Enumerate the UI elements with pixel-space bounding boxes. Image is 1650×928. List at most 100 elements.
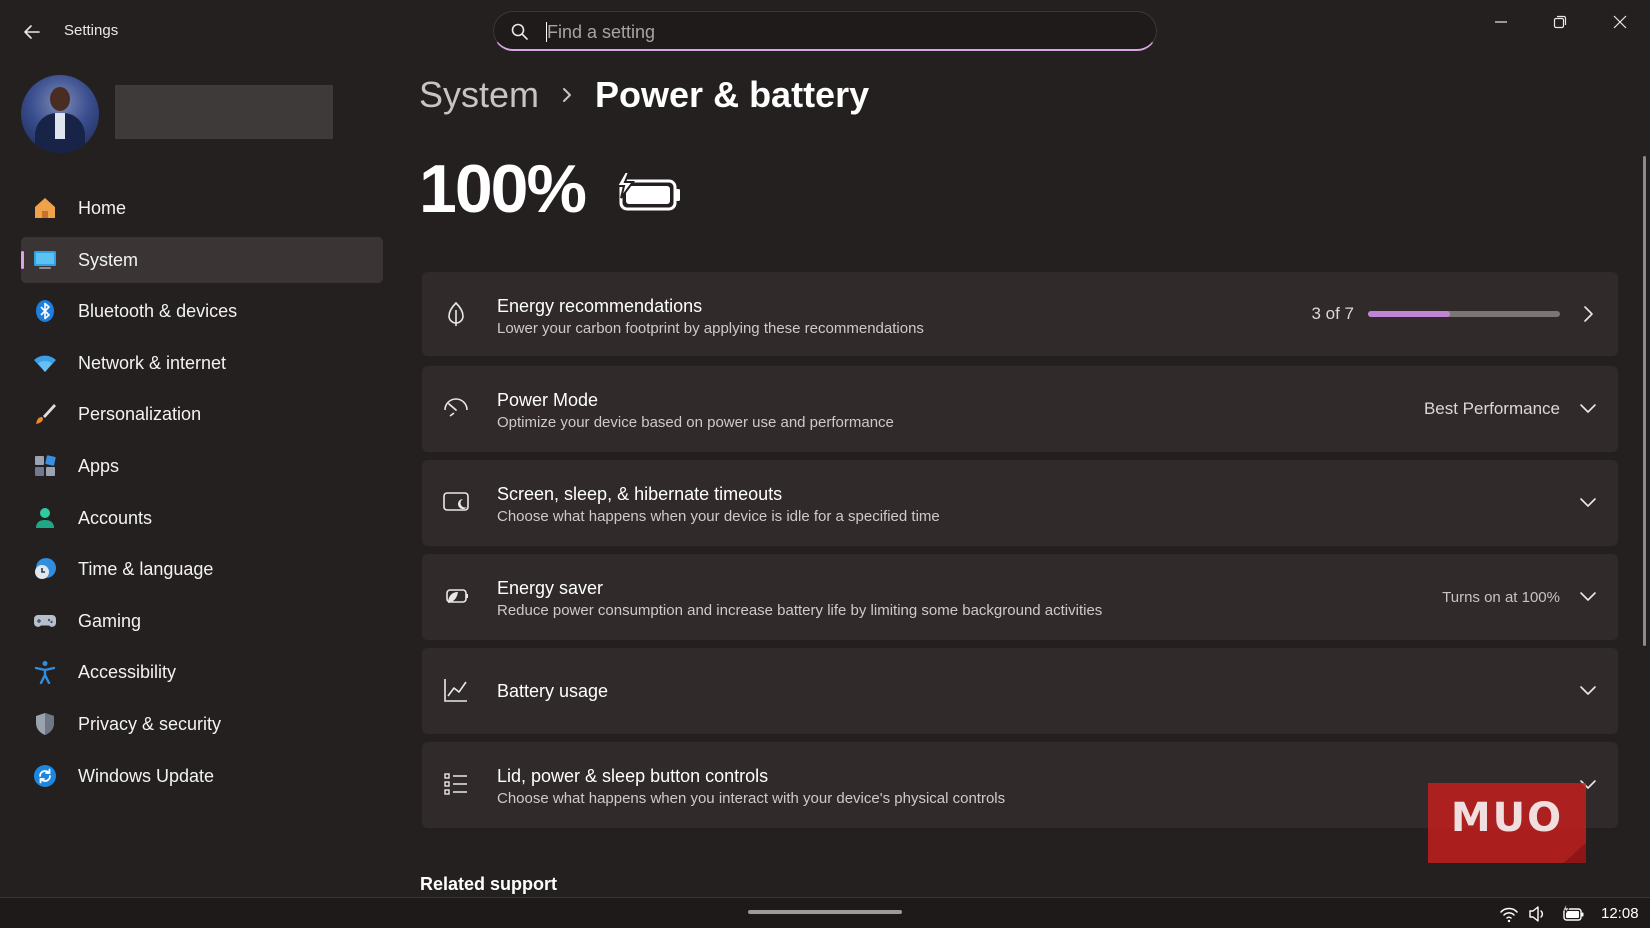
taskbar: 12:08 — [0, 897, 1650, 928]
list-icon — [444, 773, 467, 795]
leaf-icon — [448, 301, 464, 326]
accounts-icon — [36, 507, 54, 528]
related-support-heading: Related support — [420, 874, 558, 894]
sidebar-item-label: Personalization — [78, 404, 202, 425]
recommendations-progress: 3 of 7 — [1311, 304, 1560, 324]
home-icon — [35, 198, 55, 218]
power-mode-icon — [444, 398, 468, 417]
screen-sleep-icon — [443, 492, 469, 511]
accessibility-icon — [34, 661, 56, 685]
avatar — [21, 75, 99, 153]
gesture-bar[interactable] — [748, 910, 902, 914]
sidebar-item-windows-update[interactable]: Windows Update — [21, 753, 383, 799]
card-title: Energy saver — [497, 578, 604, 598]
clock[interactable]: 12:08 — [1601, 905, 1639, 922]
card-description: Reduce power consumption and increase ba… — [497, 602, 1103, 619]
card-title: Battery usage — [497, 681, 609, 701]
sidebar-item-gaming[interactable]: Gaming — [21, 598, 383, 644]
energy-recommendations-card[interactable]: Energy recommendations Lower your carbon… — [422, 272, 1618, 356]
volume-icon[interactable] — [1527, 904, 1547, 924]
sidebar-item-label: Accounts — [78, 507, 153, 528]
sidebar-item-apps[interactable]: Apps — [21, 443, 383, 489]
search-input[interactable] — [547, 18, 1127, 46]
chevron-down-icon[interactable] — [1578, 492, 1598, 512]
gamepad-icon — [34, 614, 56, 627]
sidebar-item-label: Network & internet — [78, 352, 227, 373]
battery-status: 100% — [419, 150, 683, 228]
card-title: Power Mode — [497, 390, 599, 410]
search-box[interactable] — [493, 11, 1157, 51]
app-title: Settings — [64, 22, 119, 39]
bluetooth-icon — [36, 300, 54, 323]
progress-bar-fill — [1368, 311, 1451, 317]
sidebar-item-privacy[interactable]: Privacy & security — [21, 701, 383, 747]
minimize-button[interactable] — [1481, 8, 1521, 36]
sidebar-item-network[interactable]: Network & internet — [21, 340, 383, 386]
power-mode-card[interactable]: Power Mode Optimize your device based on… — [422, 366, 1618, 452]
chevron-down-icon[interactable] — [1578, 398, 1598, 418]
chevron-right-icon — [1584, 306, 1593, 322]
card-description: Choose what happens when you interact wi… — [497, 790, 1006, 807]
card-description: Choose what happens when your device is … — [497, 508, 940, 525]
battery-usage-card[interactable]: Battery usage — [422, 648, 1618, 734]
energy-saver-card[interactable]: Energy saver Reduce power consumption an… — [422, 554, 1618, 640]
sidebar-item-label: System — [78, 249, 139, 270]
sidebar-item-time-language[interactable]: Time & language — [21, 546, 383, 592]
breadcrumb: System Power & battery — [419, 74, 869, 116]
sidebar-item-label: Time & language — [78, 559, 214, 580]
chevron-right-icon — [563, 88, 572, 102]
sidebar-item-label: Bluetooth & devices — [78, 301, 238, 322]
restore-button[interactable] — [1540, 8, 1580, 36]
restore-icon — [1553, 15, 1567, 29]
card-title: Lid, power & sleep button controls — [497, 766, 769, 786]
sidebar-item-accounts[interactable]: Accounts — [21, 495, 383, 541]
sidebar-item-accessibility[interactable]: Accessibility — [21, 649, 383, 695]
watermark-text: MUO — [1450, 795, 1564, 841]
sidebar-item-personalization[interactable]: Personalization — [21, 391, 383, 437]
sidebar-item-system[interactable]: System — [21, 236, 383, 283]
chart-icon — [444, 679, 467, 702]
sidebar-item-label: Privacy & security — [78, 713, 222, 734]
system-icon — [34, 250, 56, 269]
wifi-icon[interactable] — [1499, 904, 1519, 924]
time-language-icon — [35, 558, 56, 580]
battery-charging-icon — [615, 171, 680, 211]
back-button[interactable] — [18, 18, 46, 46]
card-description: Optimize your device based on power use … — [497, 414, 894, 431]
close-button[interactable] — [1600, 8, 1640, 36]
card-description: Lower your carbon footprint by applying … — [497, 320, 924, 337]
shield-icon — [36, 712, 54, 735]
brush-icon — [36, 404, 56, 425]
muo-watermark: MUO — [1428, 783, 1586, 863]
search-icon — [511, 23, 528, 40]
close-icon — [1613, 15, 1627, 29]
card-title: Screen, sleep, & hibernate timeouts — [497, 484, 783, 504]
card-title: Energy recommendations — [497, 296, 703, 316]
apps-icon — [35, 455, 56, 476]
redacted-username — [115, 85, 333, 139]
sidebar-item-label: Gaming — [78, 610, 142, 631]
sidebar-item-label: Accessibility — [78, 662, 177, 683]
energy-saver-icon — [446, 589, 468, 603]
progress-label: 3 of 7 — [1311, 304, 1354, 323]
scrollbar[interactable] — [1643, 156, 1646, 646]
energy-saver-status: Turns on at 100% — [1442, 589, 1560, 606]
sidebar-item-label: Windows Update — [78, 765, 215, 786]
breadcrumb-parent[interactable]: System — [419, 74, 539, 116]
sidebar-item-bluetooth[interactable]: Bluetooth & devices — [21, 288, 383, 334]
arrow-left-icon — [24, 25, 40, 39]
minimize-icon — [1495, 21, 1507, 23]
chevron-down-icon[interactable] — [1578, 680, 1598, 700]
sidebar-nav: Home System Bluetooth & devices Network … — [21, 185, 383, 804]
sidebar-item-label: Home — [78, 198, 127, 218]
battery-icon[interactable] — [1561, 904, 1585, 924]
battery-percent: 100% — [419, 151, 587, 227]
wifi-icon — [34, 355, 56, 372]
chevron-down-icon[interactable] — [1578, 586, 1598, 606]
power-mode-dropdown-value[interactable]: Best Performance — [1424, 399, 1560, 419]
page-title: Power & battery — [595, 74, 870, 115]
screen-sleep-card[interactable]: Screen, sleep, & hibernate timeouts Choo… — [422, 460, 1618, 546]
sidebar-item-home[interactable]: Home — [21, 185, 383, 231]
progress-bar — [1368, 311, 1560, 317]
sidebar-item-label: Apps — [78, 455, 120, 476]
